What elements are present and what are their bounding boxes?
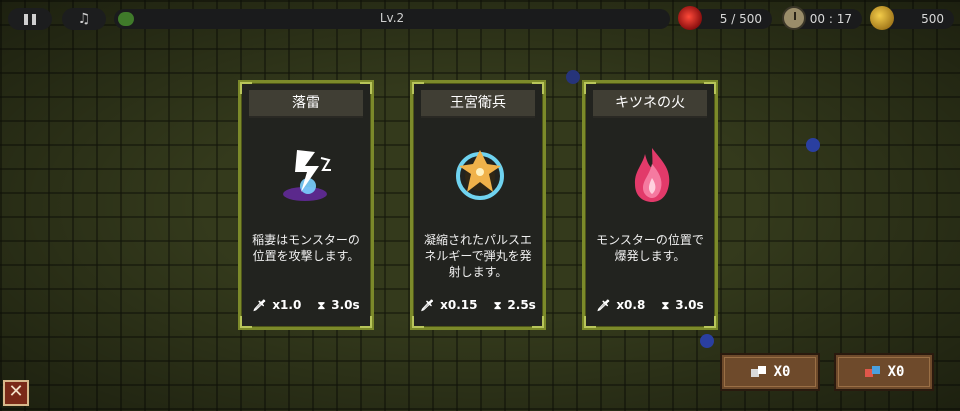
card-description: モンスターの位置で爆発します。 — [596, 233, 704, 263]
enemy-blob — [806, 138, 820, 152]
skill-card-royal-guard[interactable]: 王宮衛兵 凝縮されたパルスエネルギーで弾丸を発射します。 🗡 x0.15 ⧗ 2.5… — [410, 80, 546, 330]
monster-count-text: 5 / 500 — [719, 12, 762, 26]
level-label: Lv.2 — [379, 11, 405, 25]
sword-icon: 🗡 — [596, 299, 611, 312]
hourglass-icon: ⧗ — [317, 299, 326, 312]
enemy-blob — [700, 334, 714, 348]
card-body: 落雷 稲妻はモンスターの位置を攻撃します。 🗡 x1.0 ⧗ 3.0s — [240, 82, 372, 328]
card-title: 王宮衛兵 — [421, 90, 535, 118]
cooldown-value: 3.0s — [675, 298, 704, 312]
card-body: キツネの火 モンスターの位置で爆発します。 🗡 x0.8 ⧗ 3.0s — [584, 82, 716, 328]
top-hud: ♫ Lv.2 5 / 500 00 : 17 500 — [0, 0, 960, 38]
damage-value: x0.15 — [440, 298, 478, 312]
color-dice-icon — [864, 366, 880, 377]
pause-button[interactable] — [8, 8, 52, 30]
card-title: キツネの火 — [593, 90, 707, 118]
hourglass-icon: ⧗ — [493, 299, 502, 312]
card-description: 稲妻はモンスターの位置を攻撃します。 — [252, 233, 360, 263]
skill-card-foxfire[interactable]: キツネの火 モンスターの位置で爆発します。 🗡 x0.8 ⧗ 3.0s — [582, 80, 718, 330]
sword-icon: 🗡 — [252, 299, 267, 312]
damage-value: x1.0 — [272, 298, 302, 312]
item-count: X0 — [773, 364, 791, 380]
close-button[interactable]: ✕ — [3, 380, 29, 406]
damage-value: x0.8 — [616, 298, 646, 312]
skill-card-lightning[interactable]: 落雷 稲妻はモンスターの位置を攻撃します。 🗡 x1.0 ⧗ 3.0s — [238, 80, 374, 330]
coin-icon — [870, 6, 894, 30]
reroll-item-button[interactable]: X0 — [720, 353, 820, 391]
card-stats: 🗡 x0.8 ⧗ 3.0s — [586, 298, 714, 313]
music-icon: ♫ — [77, 11, 91, 27]
card-body: 王宮衛兵 凝縮されたパルスエネルギーで弾丸を発射します。 🗡 x0.15 ⧗ 2.5… — [412, 82, 544, 328]
enemy-blob — [566, 70, 580, 84]
royal-guard-icon — [456, 150, 504, 200]
close-icon: ✕ — [8, 381, 24, 402]
music-button[interactable]: ♫ — [62, 8, 106, 30]
foxfire-icon — [634, 148, 670, 202]
timer-text: 00 : 17 — [809, 12, 852, 26]
item-count: X0 — [887, 364, 905, 380]
card-stats: 🗡 x0.15 ⧗ 2.5s — [414, 298, 542, 313]
card-stats: 🗡 x1.0 ⧗ 3.0s — [242, 298, 370, 313]
cooldown-value: 2.5s — [507, 298, 536, 312]
card-description: 凝縮されたパルスエネルギーで弾丸を発射します。 — [423, 233, 532, 279]
pause-icon — [24, 13, 36, 25]
lightning-icon — [283, 150, 331, 201]
dice-icon — [750, 366, 766, 377]
cooldown-value: 3.0s — [331, 298, 360, 312]
sword-icon: 🗡 — [420, 299, 435, 312]
monster-icon — [678, 6, 702, 30]
level-progress-bar: Lv.2 — [114, 9, 670, 29]
clock-icon — [782, 6, 806, 30]
special-item-button[interactable]: X0 — [834, 353, 934, 391]
gold-text: 500 — [921, 12, 944, 26]
card-title: 落雷 — [249, 90, 363, 118]
hourglass-icon: ⧗ — [661, 299, 670, 312]
